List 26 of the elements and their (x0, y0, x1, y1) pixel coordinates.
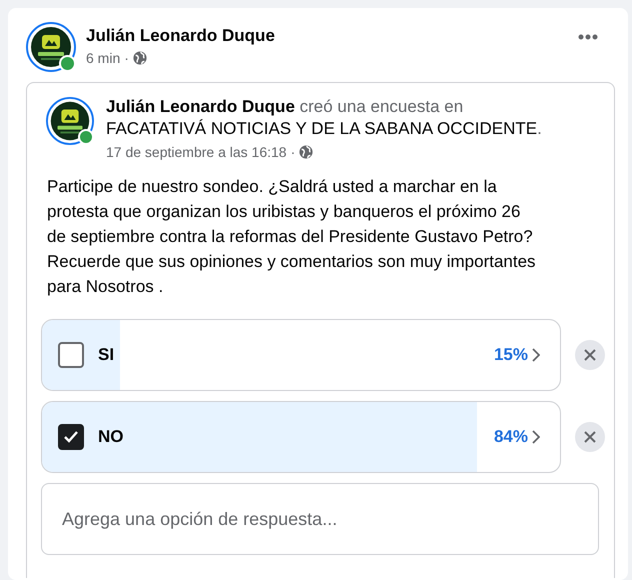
separator: · (124, 50, 129, 66)
poll-option[interactable]: SI 15% (41, 319, 561, 391)
checkbox[interactable] (58, 342, 84, 368)
vote-percentage: 84% (494, 427, 528, 447)
post-time[interactable]: 6 min (86, 50, 120, 66)
vote-percentage: 15% (494, 345, 528, 365)
post-text: Participe de nuestro sondeo. ¿Saldrá usted a marchar en la protesta que organizan los uribistas y banqueros el próximo 26 de septiembre contra la reformas del Presidente Gustavo Petro? Recuerde que sus opiniones y comentarios son muy importantes para Nosotros . (47, 176, 537, 298)
close-icon (583, 430, 597, 444)
remove-option-button[interactable] (575, 422, 605, 452)
chevron-right-icon (532, 348, 540, 362)
avatar[interactable] (46, 97, 94, 145)
post-date[interactable]: 17 de septiembre a las 16:18 (106, 144, 287, 160)
chevron-right-icon (532, 430, 540, 444)
author-name[interactable]: Julián Leonardo Duque (86, 26, 564, 46)
shared-post-header: Julián Leonardo Duque creó una encuesta en FACATATIVÁ NOTICIAS Y DE LA SABANA OCCIDENTE. (106, 96, 543, 140)
globe-icon (132, 51, 147, 65)
avatar[interactable] (26, 22, 76, 72)
more-icon (578, 34, 598, 40)
globe-icon (299, 145, 314, 159)
poll-option[interactable]: NO 84% (41, 401, 561, 473)
separator: · (290, 144, 296, 160)
close-icon (583, 348, 597, 362)
remove-option-button[interactable] (575, 340, 605, 370)
checkmark-icon (63, 430, 79, 444)
add-option-field[interactable]: Agrega una opción de respuesta... (41, 483, 599, 555)
checkbox[interactable] (58, 424, 84, 450)
